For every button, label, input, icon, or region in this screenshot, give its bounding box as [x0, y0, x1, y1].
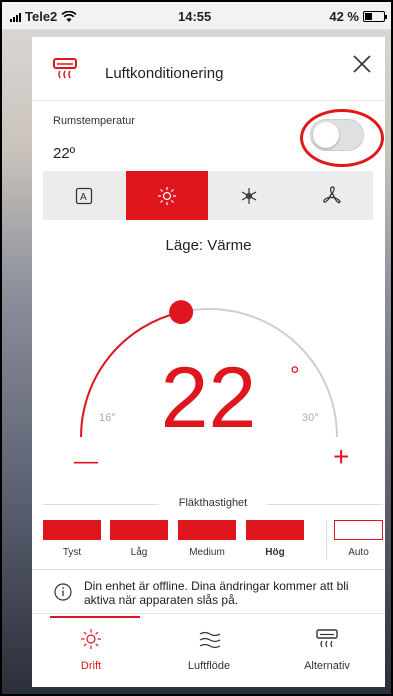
fan-icon	[322, 185, 341, 203]
fan-speed-medium-bar[interactable]	[178, 520, 236, 540]
tab-alternativ-label: Alternativ	[304, 660, 350, 672]
fan-speed-auto-bar[interactable]	[334, 520, 383, 540]
signal-icon	[10, 12, 21, 22]
sun-heat-icon	[157, 186, 176, 205]
tab-drift[interactable]: Drift	[32, 616, 150, 687]
divider	[326, 520, 327, 560]
tab-alternativ[interactable]: Alternativ	[268, 616, 386, 687]
air-conditioner-icon	[316, 629, 338, 648]
dialog-title: Luftkonditionering	[105, 65, 224, 82]
air-conditioner-dialog: Luftkonditionering Rumstemperatur 22º A	[32, 37, 385, 687]
tab-luftflode-label: Luftflöde	[187, 660, 231, 672]
mode-selector: A	[43, 171, 373, 220]
fan-speed-quiet-label: Tyst	[62, 547, 82, 558]
auto-mode-icon: A	[76, 187, 93, 204]
status-bar: Tele2 14:55 42 %	[2, 2, 391, 30]
mode-heat-button[interactable]	[125, 171, 208, 220]
room-temperature-label: Rumstemperatur	[53, 115, 135, 127]
tab-luftflode[interactable]: Luftflöde	[150, 616, 268, 687]
close-icon[interactable]	[351, 53, 373, 75]
info-icon	[54, 583, 72, 601]
battery-percent: 42 %	[329, 9, 359, 24]
fan-speed-medium-label: Medium	[189, 547, 225, 558]
active-tab-indicator	[50, 616, 140, 618]
fan-speed-quiet-bar[interactable]	[43, 520, 101, 540]
fan-speed-header: Fläkthastighet	[43, 497, 383, 511]
mode-cool-button[interactable]	[208, 171, 291, 220]
min-temperature-label: 16°	[99, 412, 116, 424]
battery-icon	[363, 11, 387, 22]
fan-speed-low-label: Låg	[130, 547, 148, 558]
airflow-icon	[199, 631, 221, 649]
target-temperature: 22	[160, 350, 257, 446]
snowflake-cool-icon	[241, 187, 257, 204]
thermostat-handle[interactable]	[169, 300, 194, 325]
degree-symbol: °	[290, 362, 300, 389]
status-time: 14:55	[178, 9, 212, 24]
mode-status-text: Läge: Värme	[165, 237, 252, 254]
room-temperature-value: 22º	[53, 145, 76, 162]
tab-drift-label: Drift	[80, 660, 102, 672]
svg-text:A: A	[80, 192, 87, 203]
decrease-temperature-button[interactable]: —	[74, 448, 98, 476]
fan-speed-auto-label: Auto	[348, 547, 369, 558]
fan-speed-title: Fläkthastighet	[178, 497, 248, 509]
increase-temperature-button[interactable]: +	[333, 441, 349, 473]
highlight-annotation	[300, 109, 384, 167]
wifi-icon	[61, 10, 77, 22]
fan-speed-high-label: Hög	[265, 547, 285, 558]
air-conditioner-icon	[53, 58, 77, 79]
status-right: 42 %	[329, 9, 387, 24]
phone-screen: Tele2 14:55 42 % Luftkonditionering Rums…	[0, 0, 393, 696]
sun-icon	[81, 629, 101, 649]
mode-auto-button[interactable]: A	[43, 171, 126, 220]
fan-speed-selector: Tyst Låg Medium Hög Auto	[43, 520, 383, 560]
status-left: Tele2	[10, 9, 77, 24]
carrier-name: Tele2	[25, 9, 58, 24]
mode-fan-button[interactable]	[290, 171, 373, 220]
offline-notice-text: Din enhet är offline. Dina ändringar kom…	[84, 579, 349, 607]
bottom-tab-bar: Drift Luftflöde Alternativ	[32, 616, 385, 687]
max-temperature-label: 30°	[302, 412, 319, 424]
dialog-header: Luftkonditionering	[32, 37, 385, 101]
fan-speed-high-bar[interactable]	[246, 520, 304, 540]
offline-notice: Din enhet är offline. Dina ändringar kom…	[32, 569, 385, 614]
fan-speed-low-bar[interactable]	[110, 520, 168, 540]
